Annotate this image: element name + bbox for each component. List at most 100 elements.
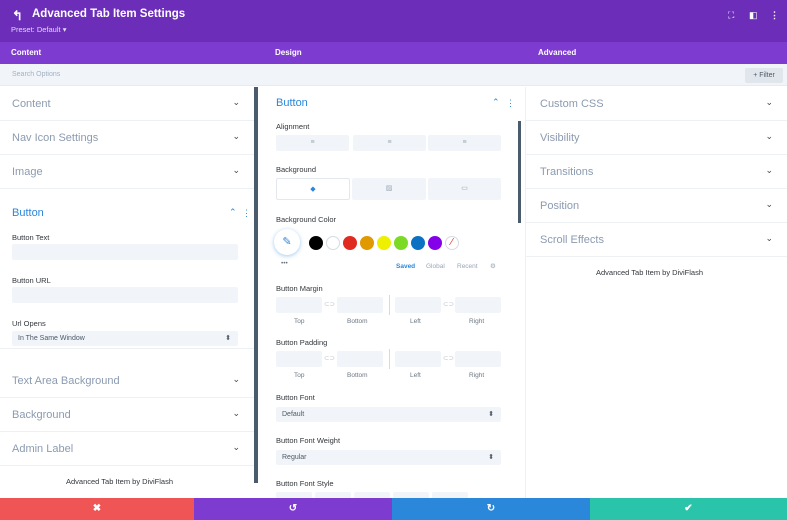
palette-swatch[interactable] [411, 236, 425, 250]
gear-icon[interactable]: ⚙ [490, 262, 496, 270]
undo-button[interactable]: ↺ [194, 498, 392, 520]
button-url-input[interactable] [12, 287, 238, 303]
palette-swatch[interactable] [326, 236, 340, 250]
group-content[interactable]: Content ⌄ [0, 87, 254, 121]
tab-advanced[interactable]: Advanced [538, 48, 576, 57]
group-position[interactable]: Position ⌄ [526, 189, 787, 223]
margin-right-input[interactable] [455, 297, 501, 313]
bg-color-tab[interactable]: ◆ [276, 178, 350, 200]
design-scrollbar[interactable] [518, 121, 521, 223]
saved-colors-tab[interactable]: Saved [396, 263, 415, 270]
group-nav-icon-settings[interactable]: Nav Icon Settings ⌄ [0, 121, 254, 155]
side-label-top: Top [294, 372, 305, 379]
link-icon[interactable]: ⊂⊃ [324, 300, 335, 308]
link-icon[interactable]: ⊂⊃ [443, 354, 454, 362]
content-column: Content ⌄ Nav Icon Settings ⌄ Image ⌄ Butto… [0, 87, 254, 498]
side-label-bottom: Bottom [347, 372, 368, 379]
action-bar: ✖ ↺ ↻ ✔ [0, 498, 787, 520]
url-opens-label: Url Opens [12, 319, 46, 328]
padding-left-input[interactable] [395, 351, 441, 367]
button-padding-label: Button Padding [276, 338, 328, 347]
settings-tabs: Content Design Advanced [0, 42, 787, 64]
group-button-open: Button ⌃ ⋮ Button Text Button URL Url Op… [0, 189, 254, 349]
chevron-up-icon[interactable]: ⌃ [492, 97, 500, 108]
global-colors-tab[interactable]: Global [426, 263, 445, 270]
group-title-button[interactable]: Button [12, 207, 44, 219]
margin-bottom-input[interactable] [337, 297, 383, 313]
more-icon[interactable]: ⋮ [242, 208, 251, 219]
group-title-button[interactable]: Button [276, 97, 308, 109]
align-right-button[interactable]: ≡ [428, 135, 501, 151]
redo-button[interactable]: ↻ [392, 498, 590, 520]
palette-swatch[interactable] [377, 236, 391, 250]
button-font-select[interactable]: Default ⬍ [276, 407, 501, 422]
preset-selector[interactable]: Preset: Default ▾ [11, 25, 66, 34]
button-text-label: Button Text [12, 233, 50, 242]
filter-button[interactable]: + Filter [745, 68, 783, 83]
background-label: Background [276, 165, 317, 174]
button-text-input[interactable] [12, 244, 238, 260]
alignment-label: Alignment [276, 122, 310, 131]
padding-top-input[interactable] [276, 351, 322, 367]
split-view-icon[interactable]: ◧ [749, 10, 758, 21]
save-button[interactable]: ✔ [590, 498, 787, 520]
eyedropper-icon[interactable]: ✎ [274, 229, 300, 255]
more-icon[interactable]: ⋮ [506, 98, 515, 109]
divider [389, 295, 390, 315]
group-image[interactable]: Image ⌄ [0, 155, 254, 189]
tab-design[interactable]: Design [275, 48, 302, 57]
expand-icon[interactable]: ⛶ [728, 10, 734, 21]
bg-image-tab[interactable]: ▭ [428, 178, 501, 200]
group-scroll-effects[interactable]: Scroll Effects ⌄ [526, 223, 787, 257]
align-left-button[interactable]: ≡ [276, 135, 349, 151]
advanced-column: Custom CSS ⌄ Visibility ⌄ Transitions ⌄ Pos… [525, 87, 787, 498]
settings-header: ↰ Advanced Tab Item Settings Preset: Def… [0, 0, 787, 42]
palette-swatch[interactable] [360, 236, 374, 250]
chevron-down-icon: ⌄ [765, 165, 773, 175]
select-arrows-icon: ⬍ [488, 454, 494, 461]
group-background[interactable]: Background ⌄ [0, 398, 254, 432]
button-url-label: Button URL [12, 276, 51, 285]
button-font-weight-label: Button Font Weight [276, 436, 341, 445]
margin-top-input[interactable] [276, 297, 322, 313]
palette-swatch[interactable] [343, 236, 357, 250]
tab-content[interactable]: Content [11, 48, 41, 57]
group-custom-css[interactable]: Custom CSS ⌄ [526, 87, 787, 121]
more-options-icon[interactable]: ⋮ [770, 10, 779, 21]
palette-swatch[interactable] [428, 236, 442, 250]
divider [389, 349, 390, 369]
module-credit: Advanced Tab Item by DiviFlash [66, 477, 173, 486]
button-margin-label: Button Margin [276, 284, 323, 293]
side-label-top: Top [294, 318, 305, 325]
button-font-weight-select[interactable]: Regular ⬍ [276, 450, 501, 465]
link-icon[interactable]: ⊂⊃ [443, 300, 454, 308]
side-label-left: Left [410, 318, 421, 325]
url-opens-select[interactable]: In The Same Window ⬍ [12, 331, 238, 346]
chevron-up-icon[interactable]: ⌃ [229, 207, 237, 218]
chevron-down-icon: ⌄ [232, 408, 240, 418]
align-center-button[interactable]: ≡ [353, 135, 426, 151]
palette-swatch[interactable] [309, 236, 323, 250]
caret-down-icon: ▾ [62, 25, 67, 34]
recent-colors-tab[interactable]: Recent [457, 263, 478, 270]
palette-swatch[interactable] [394, 236, 408, 250]
clear-color-icon[interactable]: ⁄ [445, 236, 459, 250]
margin-left-input[interactable] [395, 297, 441, 313]
group-admin-label[interactable]: Admin Label ⌄ [0, 432, 254, 466]
search-input[interactable]: Search Options [12, 71, 60, 78]
side-label-right: Right [469, 318, 485, 325]
padding-right-input[interactable] [455, 351, 501, 367]
link-icon[interactable]: ⊂⊃ [324, 354, 335, 362]
group-text-area-background[interactable]: Text Area Background ⌄ [0, 364, 254, 398]
back-icon[interactable]: ↰ [12, 8, 23, 24]
more-colors-icon[interactable]: ••• [281, 260, 288, 267]
group-visibility[interactable]: Visibility ⌄ [526, 121, 787, 155]
group-transitions[interactable]: Transitions ⌄ [526, 155, 787, 189]
padding-bottom-input[interactable] [337, 351, 383, 367]
select-arrows-icon: ⬍ [488, 411, 494, 418]
cancel-button[interactable]: ✖ [0, 498, 194, 520]
modal-title: Advanced Tab Item Settings [32, 8, 186, 20]
chevron-down-icon: ⌄ [232, 374, 240, 384]
chevron-down-icon: ⌄ [232, 442, 240, 452]
bg-gradient-tab[interactable]: ▨ [352, 178, 426, 200]
